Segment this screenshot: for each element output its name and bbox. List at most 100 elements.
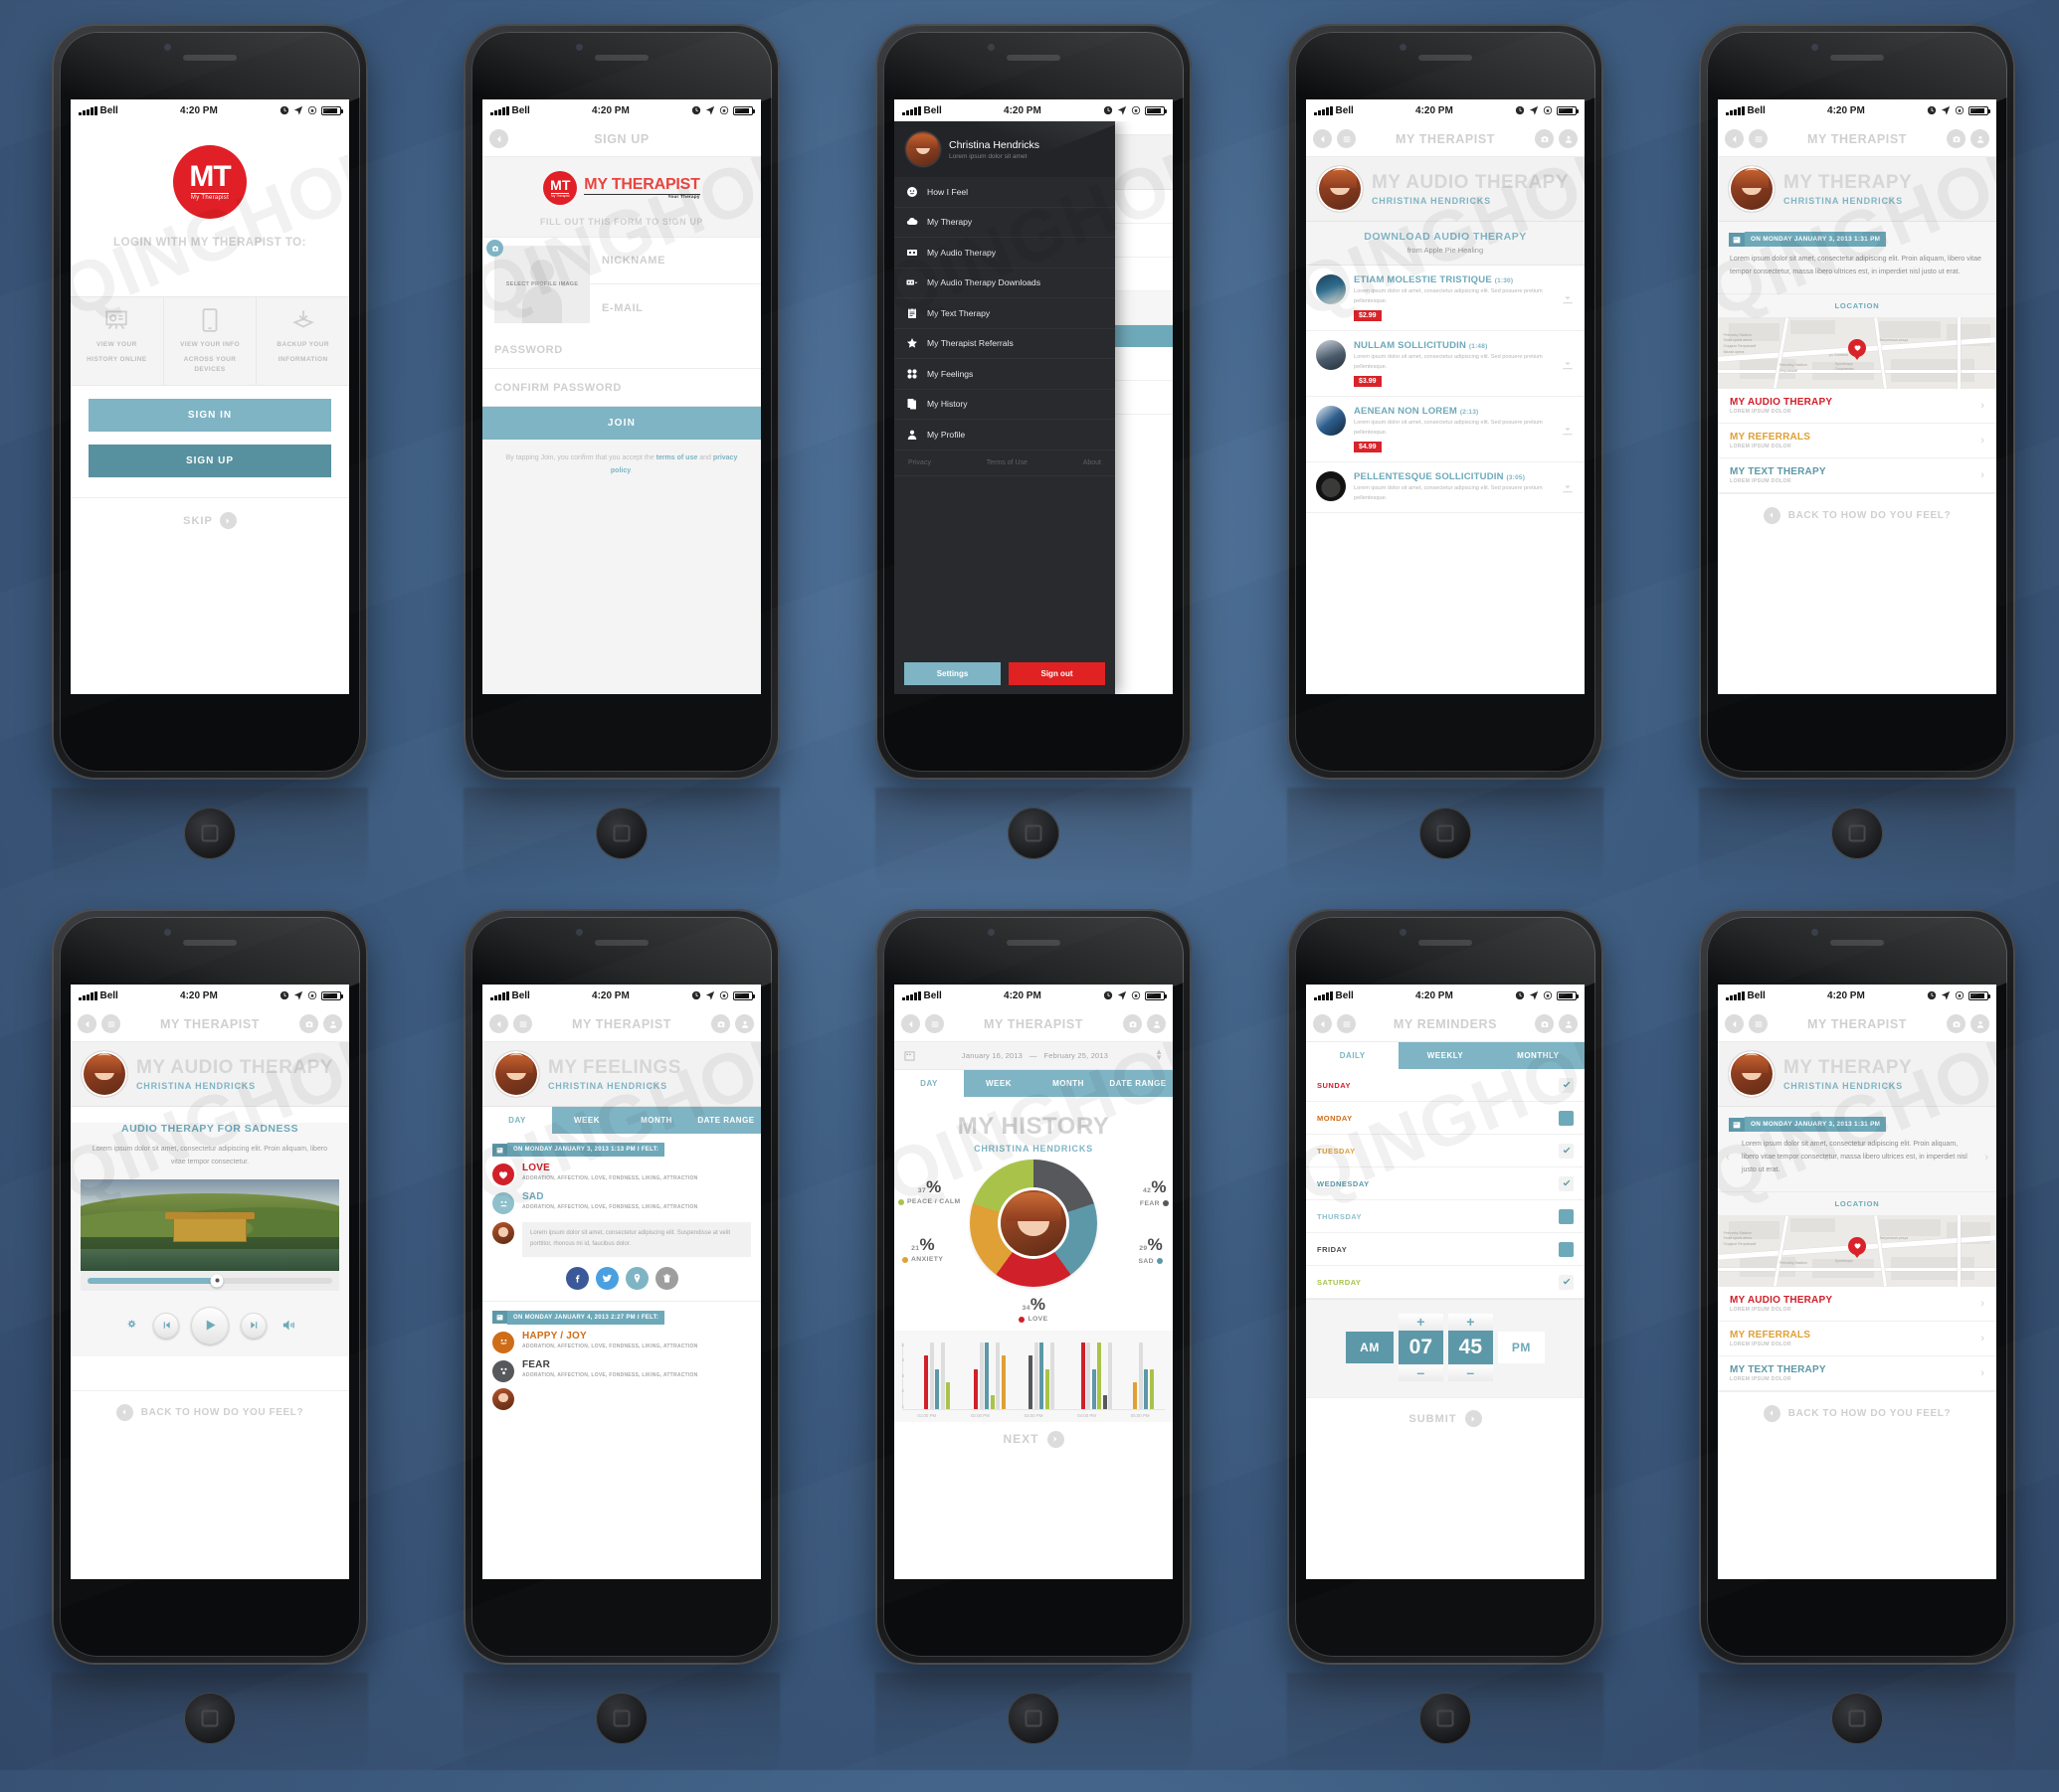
track-row[interactable]: ETIAM MOLESTIE TRISTIQUE (1:30) Lorem ip…	[1306, 266, 1585, 331]
link-row-audio-therapy[interactable]: MY AUDIO THERAPY LOREM IPSUM DOLOR ›	[1718, 389, 1996, 424]
download-icon[interactable]	[1561, 423, 1575, 437]
chevron-right-icon[interactable]: ›	[1984, 1152, 1988, 1164]
about-link[interactable]: About	[1083, 459, 1101, 466]
tab-month[interactable]: MONTH	[1033, 1069, 1103, 1097]
link-row-referrals[interactable]: MY REFERRALS LOREM IPSUM DOLOR ›	[1718, 1322, 1996, 1356]
day-checkbox[interactable]	[1559, 1274, 1574, 1290]
email-input[interactable]: E-MAIL	[590, 284, 761, 331]
location-map[interactable]: Petrovsky Stadium Small sports arena Ста…	[1718, 1214, 1996, 1287]
tab-weekly[interactable]: WEEKLY	[1399, 1042, 1492, 1069]
terms-and: and	[699, 454, 711, 461]
terms-of-use-link[interactable]: Terms of Use	[987, 459, 1028, 466]
day-row-sunday[interactable]: SUNDAY	[1306, 1069, 1585, 1102]
profile-image-picker[interactable]: SELECT PROFILE IMAGE	[494, 246, 590, 323]
day-row-tuesday[interactable]: TUESDAY	[1306, 1135, 1585, 1167]
back-to-how-do-you-feel[interactable]: BACK TO HOW DO YOU FEEL?	[1718, 1390, 1996, 1435]
download-icon[interactable]	[1561, 357, 1575, 371]
tab-date-range[interactable]: DATE RANGE	[1103, 1069, 1173, 1097]
drawer-user-header[interactable]: Christina Hendricks Lorem ipsum dolor si…	[894, 121, 1115, 177]
back-to-how-do-you-feel[interactable]: BACK TO HOW DO YOU FEEL?	[71, 1389, 349, 1434]
menu-item-my-audio-therapy-downloads[interactable]: My Audio Therapy Downloads	[894, 269, 1115, 298]
menu-item-my-history[interactable]: My History	[894, 390, 1115, 420]
track-price[interactable]: $2.99	[1354, 310, 1382, 321]
am-toggle[interactable]: AM	[1346, 1332, 1394, 1363]
tab-day[interactable]: DAY	[894, 1069, 964, 1097]
previous-icon[interactable]	[153, 1312, 179, 1339]
settings-button[interactable]: Settings	[904, 662, 1001, 685]
menu-item-how-i-feel[interactable]: How I Feel	[894, 177, 1115, 208]
day-row-saturday[interactable]: SATURDAY	[1306, 1266, 1585, 1299]
hour-increment-button[interactable]: +	[1398, 1314, 1443, 1331]
play-icon[interactable]	[191, 1306, 229, 1344]
tab-week[interactable]: WEEK	[552, 1107, 622, 1134]
link-row-referrals[interactable]: MY REFERRALS LOREM IPSUM DOLOR ›	[1718, 424, 1996, 458]
privacy-link[interactable]: Privacy	[908, 459, 931, 466]
menu-item-my-audio-therapy[interactable]: My Audio Therapy	[894, 238, 1115, 269]
stepper-icon[interactable]: ▲ ▼	[1155, 1048, 1163, 1062]
menu-item-my-therapist-referrals[interactable]: My Therapist Referrals	[894, 329, 1115, 359]
track-row[interactable]: AENEAN NON LOREM (2:13) Lorem ipsum dolo…	[1306, 397, 1585, 462]
tab-week[interactable]: WEEK	[964, 1069, 1033, 1097]
join-button[interactable]: JOIN	[482, 407, 761, 440]
trash-icon[interactable]	[655, 1266, 678, 1290]
skip-row[interactable]: SKIP	[71, 497, 349, 530]
progress-bar[interactable]	[81, 1270, 339, 1291]
track-row[interactable]: PELLENTESQUE SOLLICITUDIN (3:05) Lorem i…	[1306, 462, 1585, 513]
tab-monthly[interactable]: MONTHLY	[1491, 1042, 1585, 1069]
minute-increment-button[interactable]: +	[1447, 1314, 1493, 1331]
location-map[interactable]: Petrovsky Stadium Small sports arena Ста…	[1718, 316, 1996, 389]
next-button[interactable]: NEXT	[894, 1422, 1173, 1448]
track-body: AENEAN NON LOREM (2:13) Lorem ipsum dolo…	[1354, 406, 1575, 452]
day-checkbox[interactable]	[1559, 1175, 1574, 1191]
menu-item-my-text-therapy[interactable]: My Text Therapy	[894, 298, 1115, 329]
menu-item-my-therapy[interactable]: My Therapy	[894, 208, 1115, 238]
sign-out-button[interactable]: Sign out	[1009, 662, 1105, 685]
link-row-audio-therapy[interactable]: MY AUDIO THERAPY LOREM IPSUM DOLOR ›	[1718, 1287, 1996, 1322]
hour-decrement-button[interactable]: –	[1398, 1364, 1443, 1381]
day-row-friday[interactable]: FRIDAY	[1306, 1233, 1585, 1266]
day-checkbox[interactable]	[1559, 1077, 1574, 1093]
facebook-icon[interactable]	[565, 1266, 589, 1290]
tab-day[interactable]: DAY	[482, 1107, 552, 1134]
tab-month[interactable]: MONTH	[622, 1107, 691, 1134]
next-icon[interactable]	[241, 1312, 267, 1339]
day-checkbox[interactable]	[1559, 1208, 1574, 1224]
day-row-monday[interactable]: MONDAY	[1306, 1102, 1585, 1135]
date-range-selector[interactable]: January 16, 2013 — February 25, 2013 ▲ ▼	[894, 1042, 1173, 1070]
chevron-left-icon[interactable]: ‹	[1726, 1152, 1984, 1164]
day-checkbox[interactable]	[1559, 1143, 1574, 1159]
submit-button[interactable]: SUBMIT	[1306, 1397, 1585, 1439]
minute-decrement-button[interactable]: –	[1447, 1364, 1493, 1381]
link-row-text-therapy[interactable]: MY TEXT THERAPY LOREM IPSUM DOLOR ›	[1718, 458, 1996, 493]
pm-toggle[interactable]: PM	[1497, 1332, 1545, 1363]
terms-of-use-link[interactable]: terms of use	[656, 454, 698, 461]
menu-item-my-profile[interactable]: My Profile	[894, 420, 1115, 450]
screen-login: Bell 4:20 PM MT My Therapist LOGIN WITH …	[71, 99, 349, 694]
back-to-how-do-you-feel[interactable]: BACK TO HOW DO YOU FEEL?	[1718, 492, 1996, 537]
day-row-wednesday[interactable]: WEDNESDAY	[1306, 1167, 1585, 1200]
nickname-input[interactable]: NICKNAME	[590, 238, 761, 284]
confirm-password-input[interactable]: CONFIRM PASSWORD	[482, 369, 761, 407]
camera-icon[interactable]	[486, 240, 503, 257]
password-input[interactable]: PASSWORD	[482, 331, 761, 369]
sign-up-button[interactable]: SIGN UP	[89, 445, 331, 478]
twitter-icon[interactable]	[595, 1266, 619, 1290]
day-checkbox[interactable]	[1559, 1110, 1574, 1126]
nav-bar: MY THERAPIST	[1718, 1006, 1996, 1042]
tab-date-range[interactable]: DATE RANGE	[691, 1107, 761, 1134]
menu-item-my-feelings[interactable]: My Feelings	[894, 359, 1115, 390]
link-row-text-therapy[interactable]: MY TEXT THERAPY LOREM IPSUM DOLOR ›	[1718, 1356, 1996, 1391]
download-icon[interactable]	[1561, 291, 1575, 305]
tab-daily[interactable]: DAILY	[1306, 1042, 1400, 1069]
day-checkbox[interactable]	[1559, 1241, 1574, 1257]
progress-knob[interactable]	[210, 1274, 224, 1288]
sign-in-button[interactable]: SIGN IN	[89, 399, 331, 433]
volume-icon[interactable]	[279, 1316, 298, 1336]
track-price[interactable]: $3.99	[1354, 376, 1382, 387]
day-row-thursday[interactable]: THURSDAY	[1306, 1200, 1585, 1233]
track-row[interactable]: NULLAM SOLLICITUDIN (1:48) Lorem ipsum d…	[1306, 331, 1585, 397]
download-icon[interactable]	[1561, 480, 1575, 494]
location-pin-icon[interactable]	[625, 1266, 649, 1290]
track-price[interactable]: $4.99	[1354, 442, 1382, 452]
shuffle-icon[interactable]	[121, 1316, 141, 1336]
